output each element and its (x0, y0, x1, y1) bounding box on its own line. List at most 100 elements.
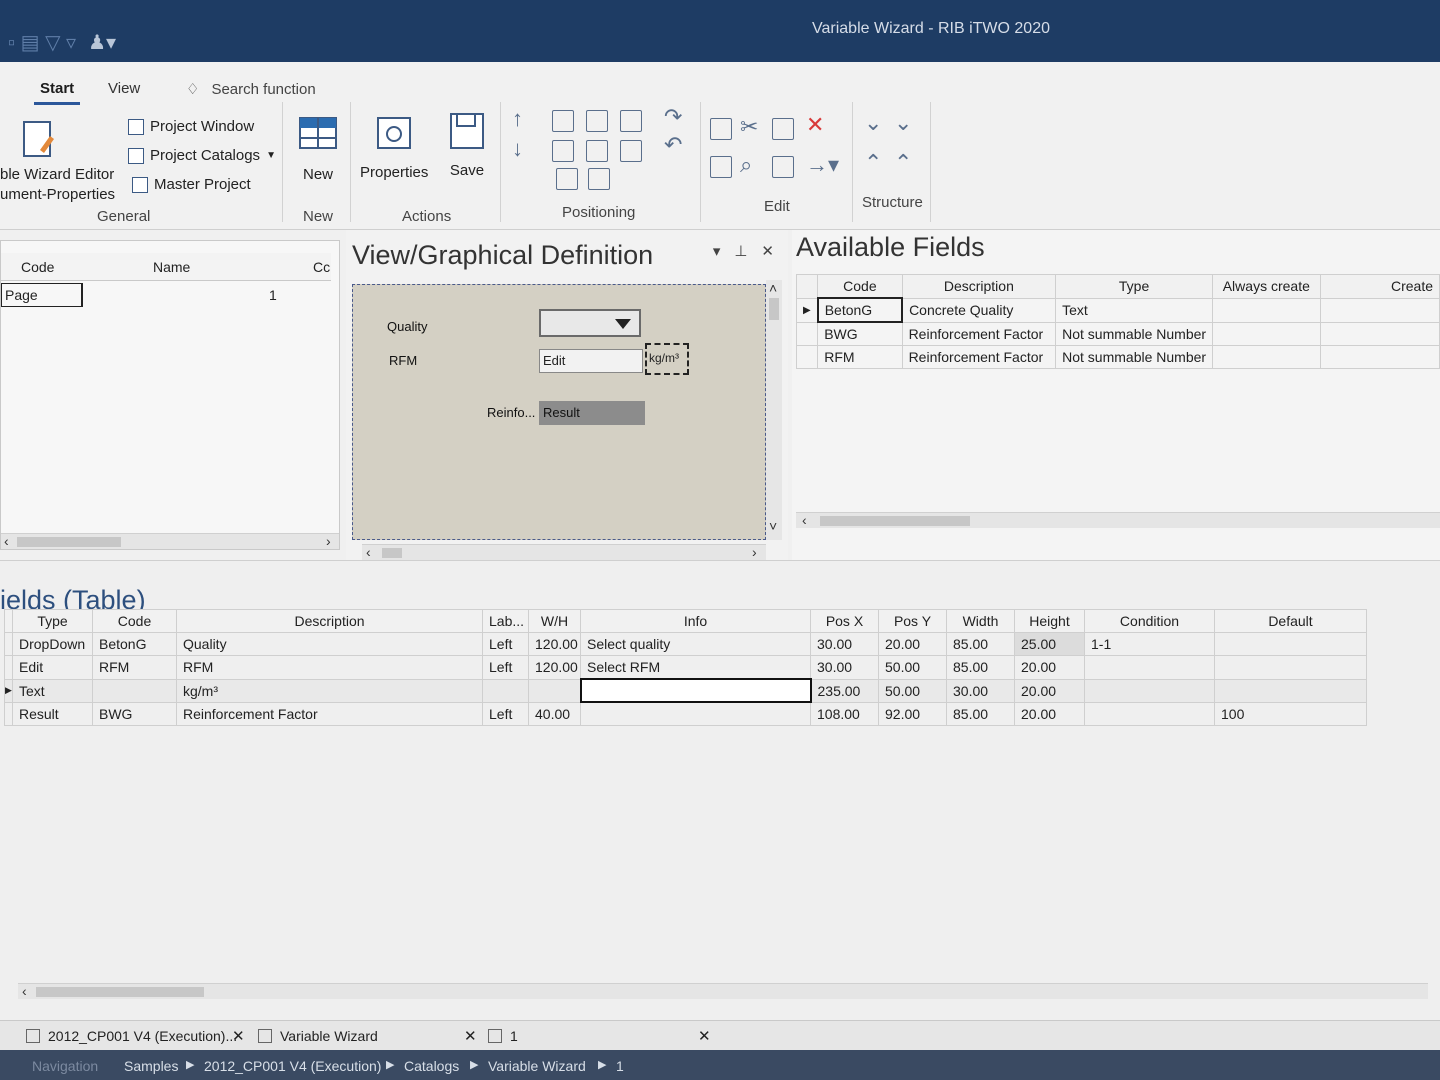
close-icon[interactable]: ✕ (232, 1027, 245, 1045)
cell-pos-y[interactable]: 50.00 (878, 678, 947, 703)
breadcrumb-project[interactable]: 2012_CP001 V4 (Execution) (204, 1058, 381, 1074)
cell-description[interactable]: Reinforcement Factor (176, 701, 483, 726)
new-button[interactable]: New (294, 116, 342, 183)
cell-label[interactable]: Left (482, 655, 529, 680)
cell-description[interactable]: RFM (176, 655, 483, 680)
cell-type[interactable]: Not summable Number (1055, 345, 1214, 369)
col-code[interactable]: Code (92, 609, 177, 633)
cell-label[interactable] (482, 678, 529, 703)
horizontal-scrollbar[interactable]: ‹ (796, 512, 1440, 528)
col-create[interactable]: Create (1319, 274, 1440, 299)
breadcrumb-page[interactable]: 1 (616, 1058, 624, 1074)
cell-label[interactable]: Left (482, 632, 529, 656)
same-height-icon[interactable] (620, 140, 642, 162)
col-type[interactable]: Type (12, 609, 93, 633)
col-info[interactable]: Info (580, 609, 811, 633)
cell-condition[interactable] (1084, 678, 1215, 703)
horizontal-scrollbar[interactable]: ‹ › (1, 533, 339, 549)
table-row[interactable]: BWG Reinforcement Factor Not summable Nu… (795, 321, 1440, 346)
move-down-icon[interactable]: ↓ (512, 138, 534, 160)
undo-icon[interactable]: ↶ (664, 134, 686, 156)
close-icon[interactable]: ✕ (761, 242, 774, 260)
collapse-all-icon[interactable]: ⌃ (864, 152, 886, 174)
align-center-icon[interactable] (552, 110, 574, 132)
cell-condition[interactable] (1084, 655, 1215, 680)
cell-create[interactable] (1319, 297, 1440, 323)
cell-type[interactable]: Text (1055, 297, 1214, 323)
breadcrumb-variable-wizard[interactable]: Variable Wizard (488, 1058, 586, 1074)
col-wh[interactable]: W/H (528, 609, 581, 633)
col-code[interactable]: Code (21, 259, 54, 275)
cell-pos-y[interactable]: 92.00 (878, 701, 947, 726)
dropdown-icon[interactable]: ▾ (713, 242, 721, 260)
cell-code[interactable] (92, 678, 177, 703)
cell-pos-x[interactable]: 30.00 (810, 632, 879, 656)
navigation-label[interactable]: Navigation (32, 1058, 98, 1074)
cell-info[interactable]: Select RFM (580, 655, 811, 680)
cell-description[interactable]: Quality (176, 632, 483, 656)
goto-icon[interactable]: →▾ (806, 154, 846, 176)
quick-access-icons[interactable]: ▫ ▤ ▽ ▿ (8, 30, 76, 55)
cell-pos-x[interactable]: 30.00 (810, 655, 879, 680)
col-description[interactable]: Description (176, 609, 483, 633)
user-icon[interactable]: ♟▾ (88, 30, 116, 55)
cell-code[interactable]: RFM (817, 345, 903, 369)
cell-pos-y[interactable]: 50.00 (878, 655, 947, 680)
cell-default[interactable] (1214, 678, 1367, 703)
cell-info[interactable] (580, 701, 811, 726)
doc-tab-project[interactable]: 2012_CP001 V4 (Execution)... (26, 1028, 237, 1044)
col-pos-y[interactable]: Pos Y (878, 609, 947, 633)
cell-create[interactable] (1319, 345, 1440, 369)
chevron-left-icon[interactable]: ‹ (366, 544, 371, 560)
chevron-right-icon[interactable]: › (326, 533, 331, 549)
cell-default[interactable] (1214, 632, 1367, 656)
cell-code[interactable]: BWG (92, 701, 177, 726)
master-project-button[interactable]: Master Project (132, 176, 251, 193)
cell-description[interactable]: kg/m³ (176, 678, 483, 703)
table-row[interactable]: RFM Reinforcement Factor Not summable Nu… (795, 345, 1440, 369)
cell-always-create[interactable] (1212, 297, 1321, 323)
table-row[interactable]: Page 1 (1, 283, 331, 307)
chevron-left-icon[interactable]: ‹ (4, 533, 9, 549)
cell-height[interactable]: 20.00 (1014, 701, 1085, 726)
quality-dropdown[interactable] (539, 309, 641, 337)
col-pos-x[interactable]: Pos X (810, 609, 879, 633)
cell-pos-y[interactable]: 20.00 (878, 632, 947, 656)
search-function[interactable]: ♢ Search function (186, 80, 316, 99)
cell-type[interactable]: Result (12, 701, 93, 726)
cell-always-create[interactable] (1212, 321, 1321, 346)
cell-type[interactable]: Text (12, 678, 93, 703)
col-condition[interactable]: Condition (1084, 609, 1215, 633)
result-field[interactable]: Result (539, 401, 645, 425)
col-always-create[interactable]: Always create (1212, 274, 1321, 299)
chevron-down-icon[interactable]: ˅ (769, 518, 777, 534)
cell-width[interactable]: 30.00 (946, 678, 1015, 703)
cell-code[interactable]: BWG (817, 321, 903, 346)
col-width[interactable]: Width (946, 609, 1015, 633)
cell-code[interactable]: Page (1, 283, 83, 307)
align-middle-icon[interactable] (552, 140, 574, 162)
find-icon[interactable]: ⌕ (740, 154, 762, 176)
horizontal-scrollbar[interactable]: ‹ (18, 983, 1428, 999)
table-row[interactable]: Result BWG Reinforcement Factor Left 40.… (4, 701, 1367, 726)
cell-width[interactable]: 85.00 (946, 701, 1015, 726)
cell-condition[interactable]: 1-1 (1084, 632, 1215, 656)
align-right-icon[interactable] (586, 140, 608, 162)
tab-view[interactable]: View (108, 80, 140, 97)
col-default[interactable]: Default (1214, 609, 1367, 633)
table-row[interactable]: DropDown BetonG Quality Left 120.00 Sele… (4, 632, 1367, 656)
cell-label[interactable]: Left (482, 701, 529, 726)
chevron-up-icon[interactable]: ˄ (769, 280, 777, 296)
redo-icon[interactable]: ↷ (664, 106, 686, 128)
scroll-thumb[interactable] (17, 537, 121, 547)
cell-type[interactable]: Not summable Number (1055, 321, 1214, 346)
align-bottom-icon[interactable] (588, 168, 610, 190)
chevron-right-icon[interactable]: › (752, 544, 757, 560)
cell-height[interactable]: 25.00 (1014, 632, 1085, 656)
replace-icon[interactable] (772, 156, 794, 178)
col-code[interactable]: Code (817, 274, 903, 299)
properties-button[interactable]: Properties (360, 114, 428, 181)
cell-width[interactable]: 85.00 (946, 632, 1015, 656)
cell-height[interactable]: 20.00 (1014, 655, 1085, 680)
cell-pos-x[interactable]: 235.00 (810, 678, 879, 703)
